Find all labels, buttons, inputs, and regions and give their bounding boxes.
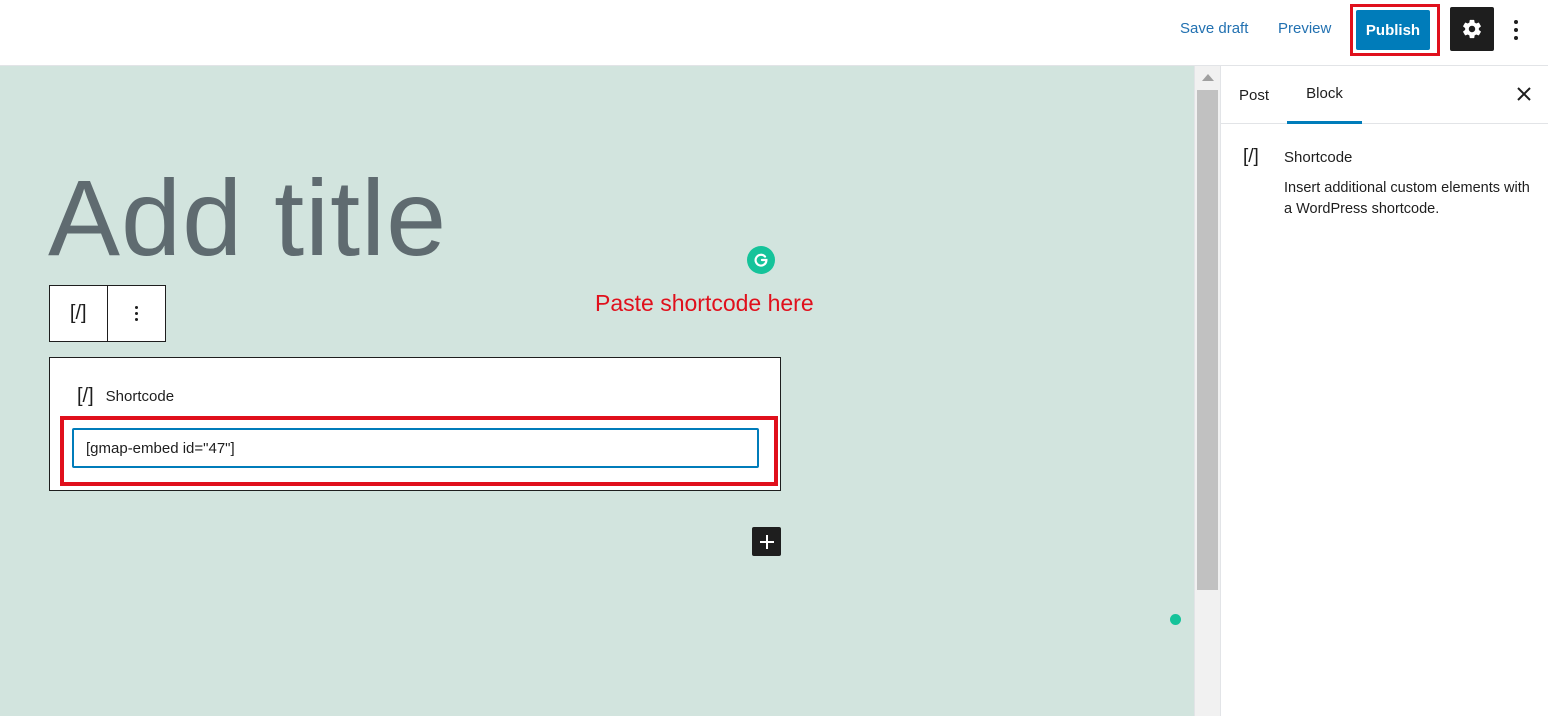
save-draft-button[interactable]: Save draft: [1180, 20, 1248, 37]
shortcode-block[interactable]: [/] Shortcode: [49, 357, 781, 491]
shortcode-icon: [/]: [77, 385, 94, 407]
more-options-button[interactable]: [1506, 14, 1526, 46]
vertical-ellipsis-icon: [134, 306, 138, 321]
scroll-up-arrow-icon[interactable]: [1202, 74, 1214, 81]
post-title-placeholder[interactable]: Add title: [48, 164, 447, 272]
block-options-button[interactable]: [108, 286, 166, 341]
block-type-button[interactable]: [/]: [50, 286, 108, 341]
scrollbar-thumb[interactable]: [1197, 90, 1218, 590]
add-block-button[interactable]: [752, 527, 781, 556]
tab-block[interactable]: Block: [1287, 66, 1362, 124]
shortcode-block-label: [/] Shortcode: [77, 385, 174, 408]
block-card-description: Insert additional custom elements with a…: [1284, 180, 1530, 217]
settings-sidebar: Post Block [/] Shortcode Insert addition…: [1220, 66, 1548, 716]
block-card-title: Shortcode: [1284, 149, 1353, 166]
annotation-text: Paste shortcode here: [595, 290, 814, 316]
tab-post[interactable]: Post: [1239, 66, 1269, 124]
sidebar-tabs: Post Block: [1221, 66, 1548, 124]
shortcode-icon: [/]: [1243, 146, 1259, 167]
plus-icon: [759, 534, 774, 549]
editor-canvas[interactable]: Add title [/] Paste shortcode here [/] S…: [0, 66, 1194, 716]
publish-button[interactable]: Publish: [1356, 10, 1430, 50]
gear-icon: [1463, 19, 1481, 39]
shortcode-input[interactable]: [72, 428, 759, 468]
shortcode-icon: [/]: [69, 302, 87, 324]
grammarly-icon[interactable]: [747, 246, 775, 274]
vertical-ellipsis-icon: [1514, 20, 1518, 24]
settings-button[interactable]: [1450, 7, 1494, 51]
block-toolbar: [/]: [49, 285, 166, 342]
shortcode-label-text: Shortcode: [105, 388, 175, 405]
status-dot: [1170, 614, 1181, 625]
canvas-scrollbar[interactable]: [1194, 66, 1220, 716]
close-icon[interactable]: [1513, 83, 1535, 105]
preview-button[interactable]: Preview: [1278, 20, 1331, 37]
editor-header: Save draft Preview Publish: [0, 0, 1548, 66]
